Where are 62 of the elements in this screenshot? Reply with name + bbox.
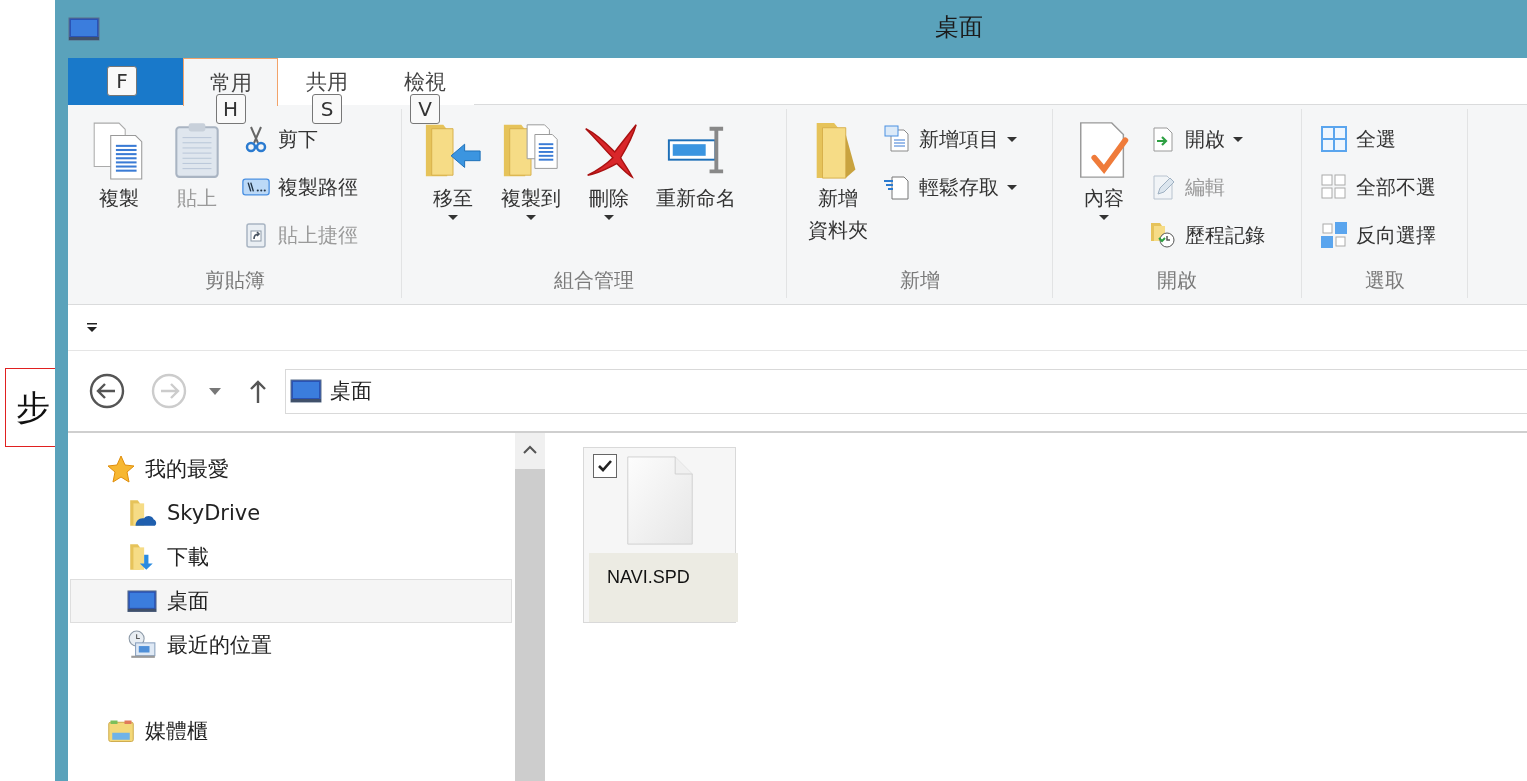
caret-icon <box>1007 184 1017 190</box>
caret-icon <box>448 215 458 220</box>
scroll-up-icon[interactable] <box>523 445 537 454</box>
document-text: 步 <box>16 388 51 428</box>
folder-cloud-icon <box>127 498 157 528</box>
ribbon-button[interactable]: 新增 資料夾 <box>801 115 875 249</box>
sidebar-item[interactable]: 我的最愛 <box>70 447 512 491</box>
window-title: 桌面 <box>935 12 983 43</box>
ribbon-button[interactable]: 全部不選 <box>1316 165 1440 209</box>
ribbon-button[interactable]: 複製路徑 <box>238 165 362 209</box>
group-label: 組合管理 <box>553 267 635 294</box>
sidebar-item[interactable]: 媒體櫃 <box>70 709 512 753</box>
up-arrow-icon[interactable] <box>249 379 267 403</box>
file-name[interactable]: NAVI.SPD <box>589 553 738 622</box>
recent-places-icon <box>127 630 157 660</box>
desktop-icon <box>290 379 322 403</box>
ribbon-button[interactable]: 反向選擇 <box>1316 213 1440 257</box>
ribbon-button[interactable]: 內容 <box>1067 115 1141 224</box>
folder-clock-icon <box>1149 221 1177 249</box>
address-field[interactable]: 桌面 <box>285 368 1527 414</box>
ribbon-button[interactable]: 重新命名 <box>650 115 742 217</box>
star-icon <box>107 455 135 483</box>
sidebar-item[interactable]: 桌面 <box>70 579 512 623</box>
sidebar-item[interactable]: SkyDrive <box>70 491 512 535</box>
ribbon-button[interactable]: 複製到 <box>494 115 568 224</box>
caret-icon <box>604 215 614 220</box>
dropdown-icon[interactable] <box>86 322 98 333</box>
caret-icon[interactable] <box>209 387 221 395</box>
keytip: F <box>107 66 137 96</box>
sidebar-item[interactable]: 下載 <box>70 535 512 579</box>
caret-icon <box>1233 136 1243 142</box>
back-button[interactable] <box>89 373 125 409</box>
new-item-icon <box>883 125 911 153</box>
desktop-icon <box>68 17 100 41</box>
ribbon-button[interactable]: 歷程記錄 <box>1145 213 1269 257</box>
ribbon-button[interactable]: 新增項目 <box>879 117 1021 161</box>
keytip: V <box>410 94 440 124</box>
checkbox[interactable] <box>593 454 617 478</box>
ribbon-button[interactable]: 輕鬆存取 <box>879 165 1021 209</box>
group-label: 選取 <box>1363 267 1406 294</box>
empty-grid-icon <box>1320 173 1348 201</box>
sidebar-item[interactable]: 最近的位置 <box>70 623 512 667</box>
caret-icon <box>1007 136 1017 142</box>
ribbon-button[interactable]: 複製 <box>82 115 156 217</box>
partial-grid-icon <box>1320 221 1348 249</box>
ribbon-button[interactable]: 刪除 <box>572 115 646 224</box>
scrollbar[interactable] <box>515 433 545 781</box>
blank-file-icon <box>624 456 695 546</box>
keytip: S <box>312 94 342 124</box>
caret-icon <box>1099 215 1109 220</box>
grid-icon <box>1320 125 1348 153</box>
document-icon <box>883 173 911 201</box>
keytip: H <box>215 94 246 124</box>
ribbon-button[interactable]: 全選 <box>1316 117 1440 161</box>
caret-icon <box>526 215 536 220</box>
desktop-icon <box>127 589 157 613</box>
file-tile[interactable]: NAVI.SPD <box>583 447 736 623</box>
checkmark-icon <box>597 459 613 473</box>
group-label: 剪貼簿 <box>203 267 266 294</box>
group-label: 新增 <box>898 267 941 294</box>
ribbon-button[interactable]: 開啟 <box>1145 117 1269 161</box>
group-label: 開啟 <box>1156 267 1198 294</box>
